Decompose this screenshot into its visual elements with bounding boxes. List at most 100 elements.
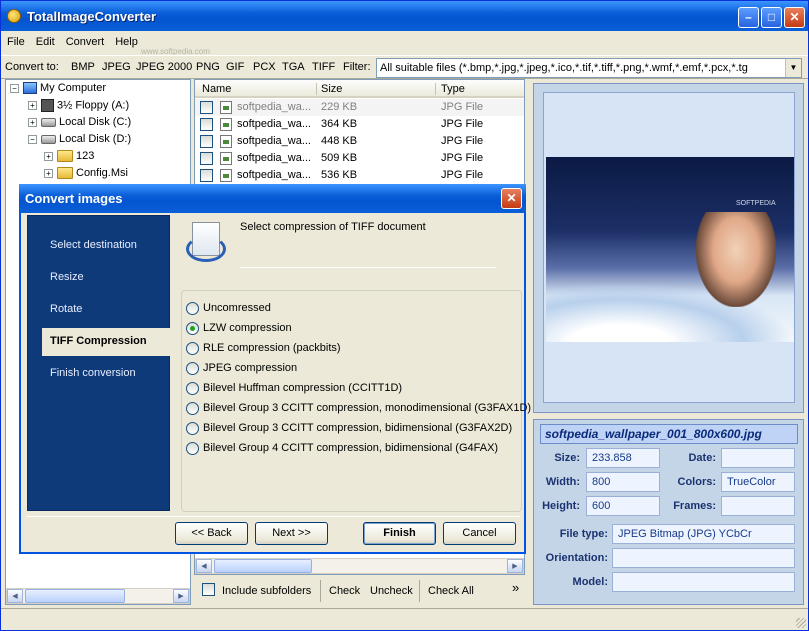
chevron-down-icon[interactable]: ▼ — [785, 59, 801, 77]
next-button[interactable]: Next >> — [255, 522, 328, 545]
file-row[interactable]: softpedia_wa... 509 KB JPG File — [195, 150, 524, 167]
step-rotate[interactable]: Rotate — [28, 296, 171, 324]
dialog-close-button[interactable]: ✕ — [501, 188, 522, 209]
uncheck-button[interactable]: Uncheck — [370, 585, 413, 597]
toolbar-separator — [320, 580, 321, 602]
step-tiff-compression[interactable]: TIFF Compression — [42, 328, 171, 356]
dialog-title-bar[interactable]: Convert images ✕ — [19, 184, 526, 213]
format-tiff-button[interactable]: TIFF — [312, 61, 335, 73]
tree-item-disk-c[interactable]: + Local Disk (C:) — [28, 116, 131, 133]
option-label: Bilevel Group 3 CCITT compression, bidim… — [203, 422, 513, 434]
app-title: TotalImageConverter — [27, 9, 157, 24]
step-resize[interactable]: Resize — [28, 264, 171, 292]
portrait-figure — [696, 212, 776, 307]
scroll-right-icon[interactable]: ▶ — [507, 559, 523, 573]
scroll-right-icon[interactable]: ▶ — [173, 589, 189, 603]
radio-button[interactable] — [186, 402, 199, 415]
option-label: JPEG compression — [203, 362, 298, 374]
file-checkbox[interactable] — [200, 152, 213, 165]
cancel-button[interactable]: Cancel — [443, 522, 516, 545]
menu-edit[interactable]: Edit — [30, 33, 60, 48]
column-name[interactable]: Name — [202, 83, 231, 95]
image-preview-panel: SOFTPEDIA — [533, 83, 804, 413]
tree-item-label: 3½ Floppy (A:) — [57, 99, 130, 112]
file-checkbox[interactable] — [200, 169, 213, 182]
file-checkbox[interactable] — [200, 118, 213, 131]
scroll-thumb[interactable] — [25, 589, 125, 603]
file-list-horizontal-scrollbar[interactable]: ◀ ▶ — [195, 558, 524, 574]
more-chevron-icon[interactable]: » — [512, 580, 519, 595]
jpg-file-icon — [220, 101, 232, 114]
radio-button[interactable] — [186, 362, 199, 375]
collapse-icon[interactable]: − — [10, 83, 19, 93]
back-button[interactable]: << Back — [175, 522, 248, 545]
format-jpeg2000-button[interactable]: JPEG 2000 — [136, 61, 192, 73]
file-row[interactable]: softpedia_wa... 448 KB JPG File — [195, 133, 524, 150]
floppy-icon — [41, 99, 54, 112]
expand-icon[interactable]: + — [28, 117, 37, 127]
filter-dropdown[interactable]: All suitable files (*.bmp,*.jpg,*.jpeg,*… — [376, 58, 802, 78]
menu-file[interactable]: File — [1, 33, 30, 48]
tree-item-my-computer[interactable]: − My Computer — [10, 82, 106, 99]
date-value — [721, 448, 795, 468]
file-type: JPG File — [441, 169, 484, 181]
format-pcx-button[interactable]: PCX — [253, 61, 276, 73]
expand-icon[interactable]: + — [44, 151, 53, 161]
tree-item-disk-d[interactable]: − Local Disk (D:) — [28, 133, 131, 150]
step-finish-conversion[interactable]: Finish conversion — [28, 360, 171, 388]
option-label: Bilevel Group 3 CCITT compression, monod… — [203, 402, 532, 414]
menu-convert[interactable]: Convert — [60, 33, 110, 48]
radio-button[interactable] — [186, 442, 199, 455]
colors-label: Colors: — [677, 476, 717, 488]
jpg-file-icon — [220, 169, 232, 182]
format-png-button[interactable]: PNG — [196, 61, 220, 73]
format-bmp-button[interactable]: BMP — [71, 61, 95, 73]
column-type[interactable]: Type — [441, 83, 465, 95]
scroll-left-icon[interactable]: ◀ — [7, 589, 23, 603]
check-all-button[interactable]: Check All — [428, 585, 474, 597]
tree-horizontal-scrollbar[interactable]: ◀ ▶ — [6, 588, 190, 604]
radio-button[interactable] — [186, 322, 199, 335]
format-gif-button[interactable]: GIF — [226, 61, 244, 73]
tree-item-floppy[interactable]: +3½ Floppy (A:) — [28, 99, 129, 116]
file-row[interactable]: softpedia_wa... 364 KB JPG File — [195, 116, 524, 133]
resize-grip-icon[interactable] — [796, 618, 806, 628]
radio-button[interactable] — [186, 382, 199, 395]
file-name: softpedia_wa... — [237, 101, 311, 113]
file-checkbox[interactable] — [200, 135, 213, 148]
check-button[interactable]: Check — [329, 585, 360, 597]
expand-icon[interactable]: + — [44, 168, 53, 178]
tree-item-config-msi[interactable]: + Config.Msi — [44, 167, 128, 184]
include-subfolders-label[interactable]: Include subfolders — [222, 585, 311, 597]
include-subfolders-checkbox[interactable] — [202, 583, 215, 596]
radio-button[interactable] — [186, 342, 199, 355]
radio-button[interactable] — [186, 422, 199, 435]
expand-icon[interactable]: + — [28, 101, 37, 110]
filter-value: All suitable files (*.bmp,*.jpg,*.jpeg,*… — [380, 62, 748, 74]
column-size[interactable]: Size — [321, 83, 342, 95]
menu-help[interactable]: Help — [109, 33, 143, 48]
format-jpeg-button[interactable]: JPEG — [102, 61, 131, 73]
radio-button[interactable] — [186, 302, 199, 315]
step-select-destination[interactable]: Select destination — [28, 232, 171, 260]
tree-item-folder-123[interactable]: +123 — [44, 150, 94, 167]
title-bar[interactable]: TotalImageConverter – □ ✕ — [1, 1, 808, 31]
convert-images-dialog: Convert images ✕ Select destination Resi… — [19, 184, 531, 554]
file-type-label: File type: — [559, 528, 608, 540]
file-checkbox[interactable] — [200, 101, 213, 114]
collapse-icon[interactable]: − — [28, 134, 37, 144]
scroll-left-icon[interactable]: ◀ — [196, 559, 212, 573]
scroll-thumb[interactable] — [214, 559, 312, 573]
file-name: softpedia_wa... — [237, 135, 311, 147]
tree-item-label: My Computer — [40, 82, 107, 94]
column-separator — [435, 83, 436, 95]
file-type: JPG File — [441, 135, 484, 147]
format-tga-button[interactable]: TGA — [282, 61, 305, 73]
maximize-button[interactable]: □ — [761, 7, 782, 28]
file-row[interactable]: softpedia_wa... 229 KB JPG File — [195, 99, 524, 116]
file-list-header: Name Size Type — [195, 80, 524, 98]
file-row[interactable]: softpedia_wa... 536 KB JPG File — [195, 167, 524, 184]
finish-button[interactable]: Finish — [363, 522, 436, 545]
close-button[interactable]: ✕ — [784, 7, 805, 28]
minimize-button[interactable]: – — [738, 7, 759, 28]
